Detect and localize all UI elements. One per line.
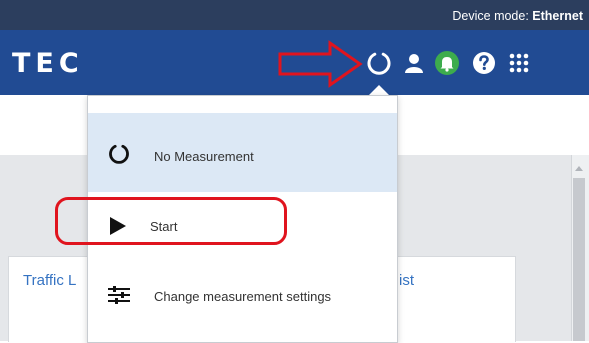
- scroll-up-arrow-icon[interactable]: [575, 166, 583, 171]
- measurement-status-icon[interactable]: [366, 50, 392, 76]
- help-icon[interactable]: [471, 50, 497, 76]
- measurement-status-label: No Measurement: [154, 149, 254, 164]
- notifications-bell-icon[interactable]: [434, 50, 460, 76]
- sliders-icon: [108, 286, 130, 309]
- user-icon[interactable]: [401, 50, 427, 76]
- menu-item-measurement-status: No Measurement: [88, 113, 397, 192]
- dropdown-caret: [369, 85, 389, 95]
- annotation-arrow: [278, 40, 363, 88]
- menu-item-change-settings[interactable]: Change measurement settings: [88, 258, 397, 326]
- device-mode-indicator: Device mode: Ethernet: [452, 9, 583, 23]
- change-settings-label: Change measurement settings: [154, 289, 332, 304]
- apps-grid-icon[interactable]: [506, 50, 532, 76]
- device-mode-value: Ethernet: [532, 9, 583, 23]
- annotation-highlight-box: [55, 197, 287, 245]
- card-title-right[interactable]: ist: [399, 272, 414, 289]
- scrollbar-thumb[interactable]: [573, 178, 585, 341]
- card-title-left[interactable]: Traffic L: [23, 272, 76, 289]
- top-status-bar: Device mode: Ethernet: [0, 0, 589, 30]
- measurement-status-icon: [108, 143, 130, 170]
- device-mode-label: Device mode:: [452, 9, 533, 23]
- brand-logo[interactable]: TEC: [12, 48, 84, 79]
